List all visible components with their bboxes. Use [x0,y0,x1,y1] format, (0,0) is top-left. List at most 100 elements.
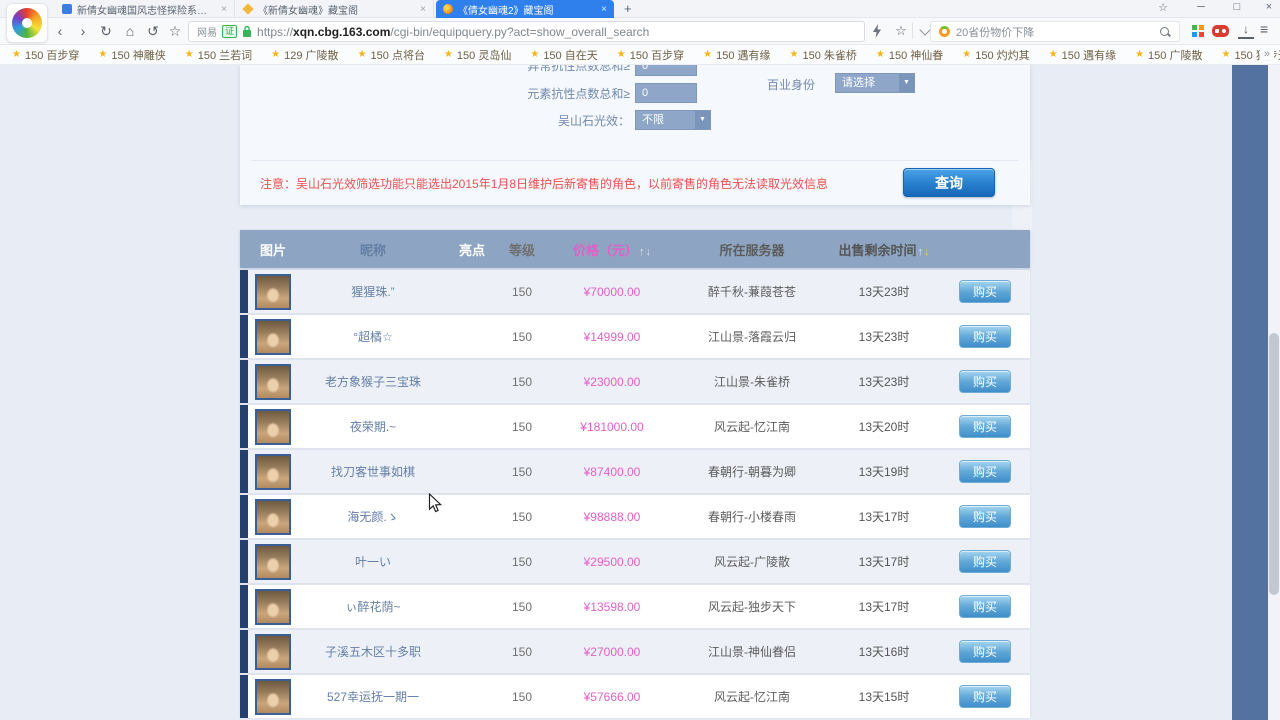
identity-select[interactable]: 请选择 ▼ [835,73,915,93]
character-avatar[interactable] [255,409,291,445]
sort-down-active-icon[interactable]: ↓ [924,246,930,258]
nickname-cell[interactable]: 找刀客世事如棋 [298,463,448,480]
bookmark-item[interactable]: ★ 150 点将台 [358,47,425,63]
buy-button[interactable]: 购买 [959,460,1011,483]
favorite-icon[interactable]: ☆ [164,18,186,44]
nickname-cell[interactable]: 海无颜.ゝ [298,508,448,525]
bookmark-item[interactable]: ★ 150 兰若词 [185,47,252,63]
bookmark-item[interactable]: ★ 150 广陵散 [1135,47,1202,63]
search-hot-text[interactable]: 20省份物价下降 [956,24,1034,40]
bookmarks-overflow-icon[interactable]: » [1260,48,1274,60]
search-icon[interactable] [1159,26,1171,38]
new-tab-button[interactable]: + [624,1,632,16]
bookmark-item[interactable]: ★ 150 灼灼其 [962,47,1029,63]
bookmark-item[interactable]: ★ 150 百步穿 [617,47,684,63]
buy-button[interactable]: 购买 [959,685,1011,708]
character-image-cell[interactable] [248,454,298,490]
nickname-cell[interactable]: 猩猩珠.” [298,283,448,300]
character-image-cell[interactable] [248,589,298,625]
nickname-cell[interactable]: 527幸运抚一期一 [298,688,448,705]
nickname-cell[interactable]: ぃ醉花荫~ [298,598,448,615]
table-row[interactable]: 527幸运抚一期一 150 ¥57666.00 风云起-忆江南 13天15时 购… [240,675,1030,718]
scrollbar-thumb[interactable] [1269,333,1279,595]
bookmark-item[interactable]: ★ 150 神仙眷 [876,47,943,63]
character-avatar[interactable] [255,454,291,490]
nickname-cell[interactable]: 子溪五木区十多职 [298,643,448,660]
buy-button[interactable]: 购买 [959,325,1011,348]
character-image-cell[interactable] [248,499,298,535]
character-image-cell[interactable] [248,364,298,400]
tab-2[interactable]: 《新倩女幽魂》藏宝阁 × [236,0,434,18]
bookmark-item[interactable]: ★ 129 广陵散 [271,47,338,63]
clipped-field-input[interactable]: 0 [635,65,697,76]
buy-button[interactable]: 购买 [959,370,1011,393]
character-avatar[interactable] [255,499,291,535]
buy-button[interactable]: 购买 [959,595,1011,618]
character-avatar[interactable] [255,274,291,310]
nickname-cell[interactable]: 叶一い [298,553,448,570]
nickname-cell[interactable]: °超橘☆ [298,328,448,345]
table-row[interactable]: 海无颜.ゝ 150 ¥98888.00 春朝行-小楼春雨 13天17时 购买 [240,495,1030,538]
query-button[interactable]: 查询 [903,168,995,197]
table-row[interactable]: 猩猩珠.” 150 ¥70000.00 醉千秋-蒹葭苍苍 13天23时 购买 [240,270,1030,313]
buy-button[interactable]: 购买 [959,280,1011,303]
tab-3-active[interactable]: 《倩女幽魂2》藏宝阁 × [436,0,614,18]
element-resist-input[interactable]: 0 [635,83,697,103]
bookmark-item[interactable]: ★ 150 神雕侠 [98,47,165,63]
close-icon[interactable]: × [420,4,426,15]
bookmark-item[interactable]: ★ 150 朱雀桥 [790,47,857,63]
bookmark-item[interactable]: ★ 150 自在天 [530,47,597,63]
close-window-button[interactable]: × [1258,1,1280,13]
bookmark-page-icon[interactable]: ☆ [890,18,912,44]
apps-grid-icon[interactable] [1192,25,1204,37]
character-image-cell[interactable] [248,274,298,310]
character-avatar[interactable] [255,544,291,580]
table-row[interactable]: ぃ醉花荫~ 150 ¥13598.00 风云起-独步天下 13天17时 购买 [240,585,1030,628]
buy-button[interactable]: 购买 [959,550,1011,573]
buy-button[interactable]: 购买 [959,640,1011,663]
minimize-button[interactable]: ─ [1190,1,1212,13]
pin-icon[interactable]: ☆ [1152,1,1174,14]
character-avatar[interactable] [255,589,291,625]
forward-icon[interactable]: › [72,18,94,44]
table-row[interactable]: 子溪五木区十多职 150 ¥27000.00 江山景-神仙眷侣 13天16时 购… [240,630,1030,673]
character-avatar[interactable] [255,364,291,400]
table-row[interactable]: 叶一い 150 ¥29500.00 风云起-广陵散 13天17时 购买 [240,540,1030,583]
bookmark-item[interactable]: ★ 150 遇有缘 [703,47,770,63]
character-avatar[interactable] [255,679,291,715]
sort-up-icon[interactable]: ↑ [639,246,645,258]
game-center-icon[interactable] [1212,25,1229,37]
stone-effect-select[interactable]: 不限 ▼ [635,110,711,130]
character-image-cell[interactable] [248,544,298,580]
back-icon[interactable]: ‹ [49,18,71,44]
close-icon[interactable]: × [601,4,607,15]
close-icon[interactable]: × [221,4,227,15]
bookmark-item[interactable]: ★ 150 遇有缘 [1049,47,1116,63]
buy-button[interactable]: 购买 [959,415,1011,438]
restore-tab-icon[interactable]: ↺ [142,18,164,44]
character-image-cell[interactable] [248,634,298,670]
header-price-sort[interactable]: 价格（元）↑↓ [548,240,676,259]
bookmark-item[interactable]: ★ 150 灵岛仙 [444,47,511,63]
character-image-cell[interactable] [248,409,298,445]
table-row[interactable]: 老方象猴子三宝珠 150 ¥23000.00 江山景-朱雀桥 13天23时 购买 [240,360,1030,403]
speed-mode-icon[interactable] [872,24,882,38]
address-bar[interactable]: 网易 证 https://xqn.cbg.163.com/cgi-bin/equ… [188,21,865,42]
sort-down-icon[interactable]: ↓ [646,246,652,258]
character-avatar[interactable] [255,319,291,355]
character-avatar[interactable] [255,634,291,670]
maximize-button[interactable]: □ [1226,1,1248,13]
home-icon[interactable]: ⌂ [119,18,141,44]
menu-icon[interactable]: ≡ [1260,21,1268,37]
table-row[interactable]: 找刀客世事如棋 150 ¥87400.00 春朝行-朝暮为卿 13天19时 购买 [240,450,1030,493]
table-row[interactable]: 夜荣期.~ 150 ¥181000.00 风云起-忆江南 13天20时 购买 [240,405,1030,448]
nickname-cell[interactable]: 夜荣期.~ [298,418,448,435]
character-image-cell[interactable] [248,319,298,355]
header-time-sort[interactable]: 出售剩余时间↑↓ [828,240,940,259]
sort-up-icon[interactable]: ↑ [918,246,924,258]
browser-logo[interactable] [6,3,48,43]
bookmark-item[interactable]: ★ 150 百步穿 [12,47,79,63]
download-icon[interactable]: ↓ [1238,21,1254,39]
tab-1[interactable]: 新倩女幽魂国风志怪探险系统全 × [55,0,235,18]
character-image-cell[interactable] [248,679,298,715]
